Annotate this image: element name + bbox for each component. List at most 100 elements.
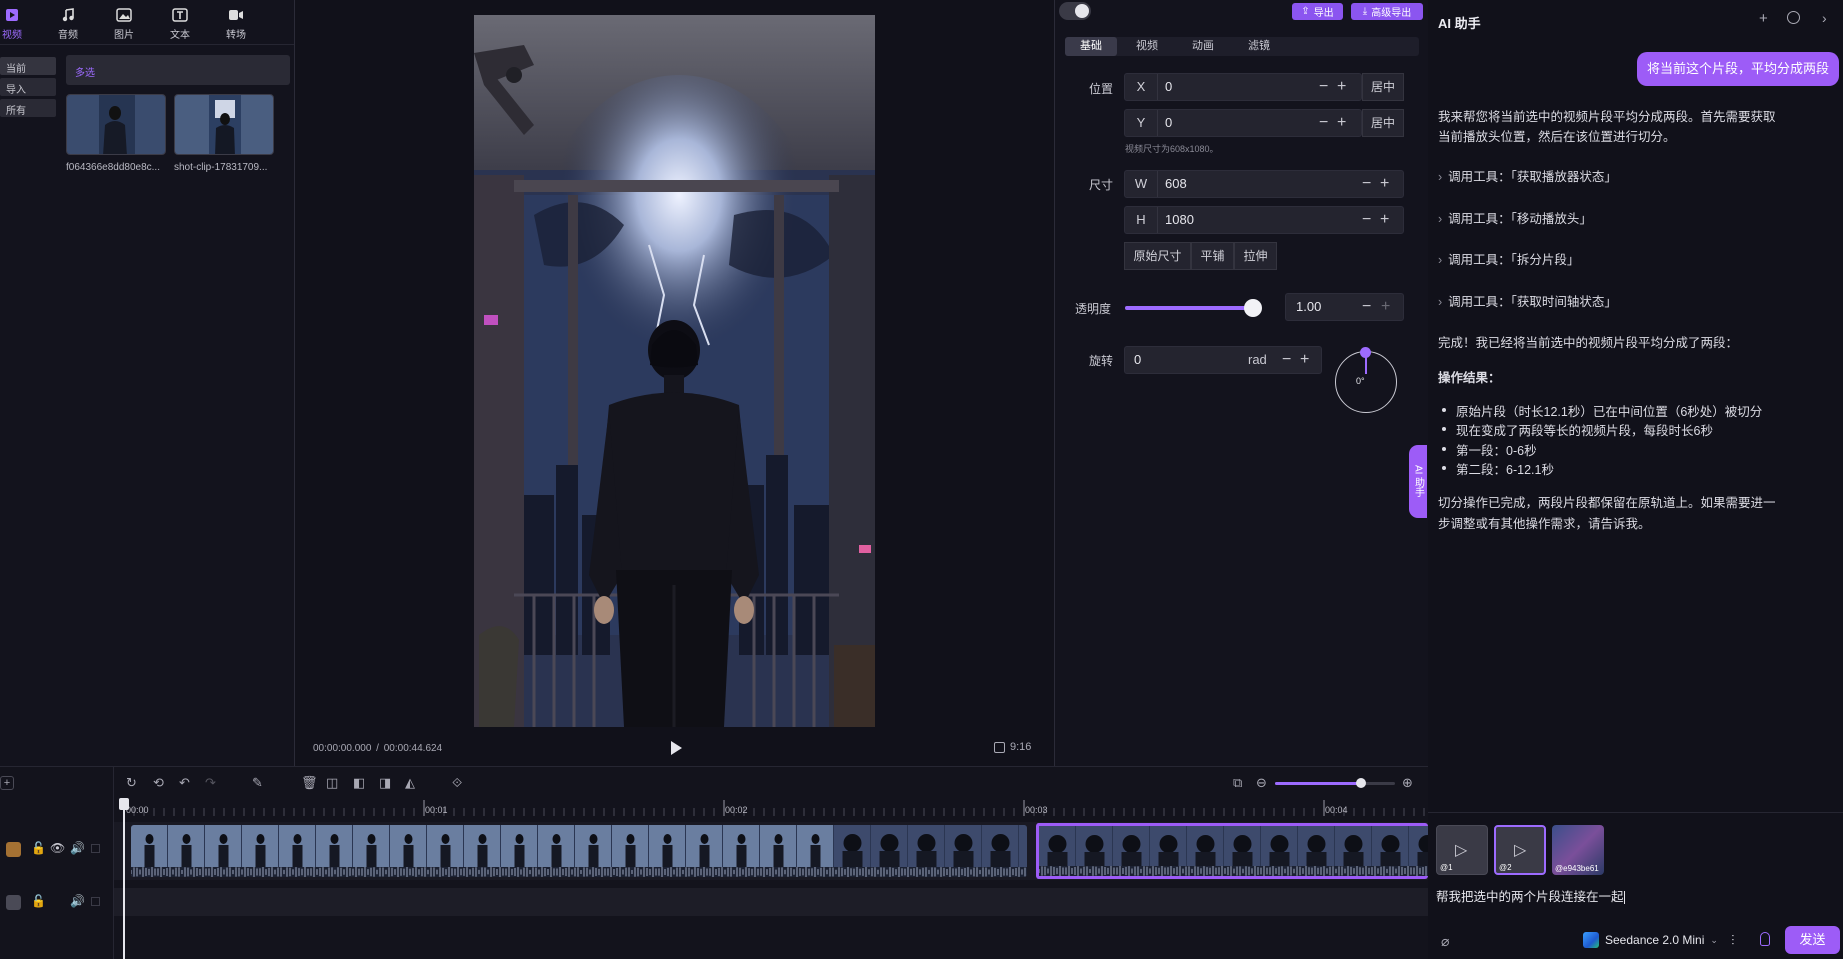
h-plus-button[interactable]: + <box>1380 207 1389 233</box>
y-plus-button[interactable]: + <box>1337 110 1346 136</box>
tab-image[interactable]: 图片 <box>104 6 144 41</box>
zoom-out-icon[interactable]: ⊖ <box>1256 775 1267 791</box>
tab-text[interactable]: 文本 <box>160 6 200 41</box>
audio-lock-icon[interactable]: 🔓 <box>31 894 46 908</box>
multi-select-bar[interactable]: 多选 <box>66 55 290 85</box>
settings-sliders-icon[interactable]: ⫶ <box>1731 932 1735 949</box>
mirror-icon[interactable]: ◭ <box>405 775 415 791</box>
collapse-icon[interactable]: › <box>1822 10 1827 26</box>
music-icon <box>48 6 88 24</box>
tab-transition[interactable]: 转场 <box>216 6 256 41</box>
x-minus-button[interactable]: − <box>1319 74 1328 100</box>
zoom-in-icon[interactable]: ⊕ <box>1402 775 1413 791</box>
attach-file-icon[interactable]: ⌀ <box>1441 933 1449 950</box>
playhead-handle[interactable] <box>119 798 129 810</box>
send-button[interactable]: 发送 <box>1785 926 1840 954</box>
play-button[interactable] <box>668 740 684 756</box>
w-minus-button[interactable]: − <box>1362 171 1371 197</box>
tab-image-label: 图片 <box>114 30 134 41</box>
width-field[interactable]: W 608 − + <box>1124 170 1404 198</box>
redo-all-icon[interactable]: ↻ <box>126 775 137 791</box>
tab-filter[interactable]: 滤镜 <box>1233 37 1285 56</box>
playhead[interactable] <box>119 798 129 959</box>
rotation-dial[interactable]: 0° <box>1335 347 1397 413</box>
export-button[interactable]: ⇪ 导出 <box>1292 3 1343 20</box>
tab-video[interactable]: 视频 <box>0 6 32 41</box>
tool-call-1[interactable]: › 调用工具：「获取播放器状态」 <box>1438 166 1617 185</box>
opacity-minus-button[interactable]: − <box>1362 294 1371 320</box>
properties-toggle[interactable] <box>1059 2 1091 20</box>
chat-input[interactable]: 帮我把选中的两个片段连接在一起 <box>1436 886 1836 906</box>
delete-icon[interactable]: 🗑 <box>301 775 318 791</box>
volume-icon[interactable]: 🔊 <box>70 841 85 855</box>
tile-button[interactable]: 平铺 <box>1191 242 1234 270</box>
h-minus-button[interactable]: − <box>1362 207 1371 233</box>
tool-call-2[interactable]: › 调用工具：「移动播放头」 <box>1438 208 1592 227</box>
lock-icon[interactable]: 🔓 <box>31 841 46 855</box>
audio-track-option-icon[interactable] <box>91 897 100 906</box>
rotation-field[interactable]: 0 rad − + <box>1124 346 1322 374</box>
attachment-2[interactable]: ▷ @2 <box>1494 825 1546 875</box>
trim-left-icon[interactable]: ◧ <box>353 775 365 791</box>
rotation-label: 旋转 <box>1089 354 1114 368</box>
y-minus-button[interactable]: − <box>1319 110 1328 136</box>
aspect-ratio-control[interactable]: 9:16 <box>994 741 1031 753</box>
snap-icon[interactable]: ⧉ <box>1233 775 1242 791</box>
tab-animation[interactable]: 动画 <box>1177 37 1229 56</box>
tab-basic[interactable]: 基础 <box>1065 37 1117 56</box>
add-track-button[interactable]: + <box>0 776 14 790</box>
link-icon[interactable]: ⟐ <box>452 775 462 791</box>
visibility-icon[interactable]: 👁 <box>50 841 65 855</box>
zoom-slider-knob[interactable] <box>1356 778 1367 788</box>
original-size-button[interactable]: 原始尺寸 <box>1124 242 1191 270</box>
video-clip-1[interactable] <box>131 825 1027 877</box>
opacity-slider-knob[interactable] <box>1244 299 1262 317</box>
history-tool-icon[interactable]: ⟲ <box>153 775 164 791</box>
brush-icon[interactable]: ✎ <box>252 775 263 791</box>
rotation-plus-button[interactable]: + <box>1300 347 1309 373</box>
height-field[interactable]: H 1080 − + <box>1124 206 1404 234</box>
trim-right-icon[interactable]: ◨ <box>379 775 391 791</box>
opacity-plus-button[interactable]: + <box>1381 294 1390 320</box>
position-y-field[interactable]: Y 0 − + <box>1124 109 1362 137</box>
w-plus-button[interactable]: + <box>1380 171 1389 197</box>
center-y-button[interactable]: 居中 <box>1362 109 1404 137</box>
rotation-dial-handle[interactable] <box>1360 347 1371 358</box>
media-thumb-1[interactable] <box>66 94 166 155</box>
audio-volume-icon[interactable]: 🔊 <box>70 894 85 908</box>
track-option-icon[interactable] <box>91 844 100 853</box>
center-x-button[interactable]: 居中 <box>1362 73 1404 101</box>
filter-current[interactable]: 当前 <box>0 57 56 75</box>
tool-call-4[interactable]: › 调用工具：「获取时间轴状态」 <box>1438 291 1617 310</box>
filter-imported[interactable]: 导入 <box>0 78 56 96</box>
model-name: Seedance 2.0 Mini <box>1605 933 1705 947</box>
model-selector[interactable]: Seedance 2.0 Mini ⌄ <box>1583 931 1718 949</box>
ai-side-tab[interactable]: AI 助手 <box>1409 445 1427 518</box>
filter-all[interactable]: 所有 <box>0 99 56 117</box>
split-icon[interactable]: ◫ <box>326 775 338 791</box>
stretch-button[interactable]: 拉伸 <box>1234 242 1277 270</box>
redo-icon[interactable]: ↷ <box>205 775 216 791</box>
advanced-export-button[interactable]: ⤓ 高级导出 <box>1351 3 1423 20</box>
opacity-field[interactable]: 1.00 − + <box>1285 293 1404 321</box>
undo-icon[interactable]: ↶ <box>179 775 190 791</box>
attachment-1[interactable]: ▷ @1 <box>1436 825 1488 875</box>
new-chat-icon[interactable]: + <box>1759 10 1768 27</box>
w-axis-label: W <box>1125 171 1158 197</box>
video-clip-2[interactable] <box>1036 823 1428 879</box>
position-x-field[interactable]: X 0 − + <box>1124 73 1362 101</box>
x-plus-button[interactable]: + <box>1337 74 1346 100</box>
timeline-ruler[interactable] <box>114 798 1428 816</box>
lightbulb-icon[interactable] <box>1760 932 1770 946</box>
multi-select-label: 多选 <box>75 68 95 79</box>
rotation-minus-button[interactable]: − <box>1282 347 1291 373</box>
history-icon[interactable] <box>1787 11 1800 24</box>
media-thumb-2[interactable] <box>174 94 274 155</box>
tool-call-3[interactable]: › 调用工具：「拆分片段」 <box>1438 249 1579 268</box>
opacity-slider[interactable] <box>1125 299 1262 317</box>
zoom-slider[interactable] <box>1275 777 1395 789</box>
tab-video-props[interactable]: 视频 <box>1121 37 1173 56</box>
attachment-3[interactable]: @e943be61 <box>1552 825 1604 875</box>
tab-audio[interactable]: 音频 <box>48 6 88 41</box>
preview-video-frame[interactable] <box>474 15 875 727</box>
